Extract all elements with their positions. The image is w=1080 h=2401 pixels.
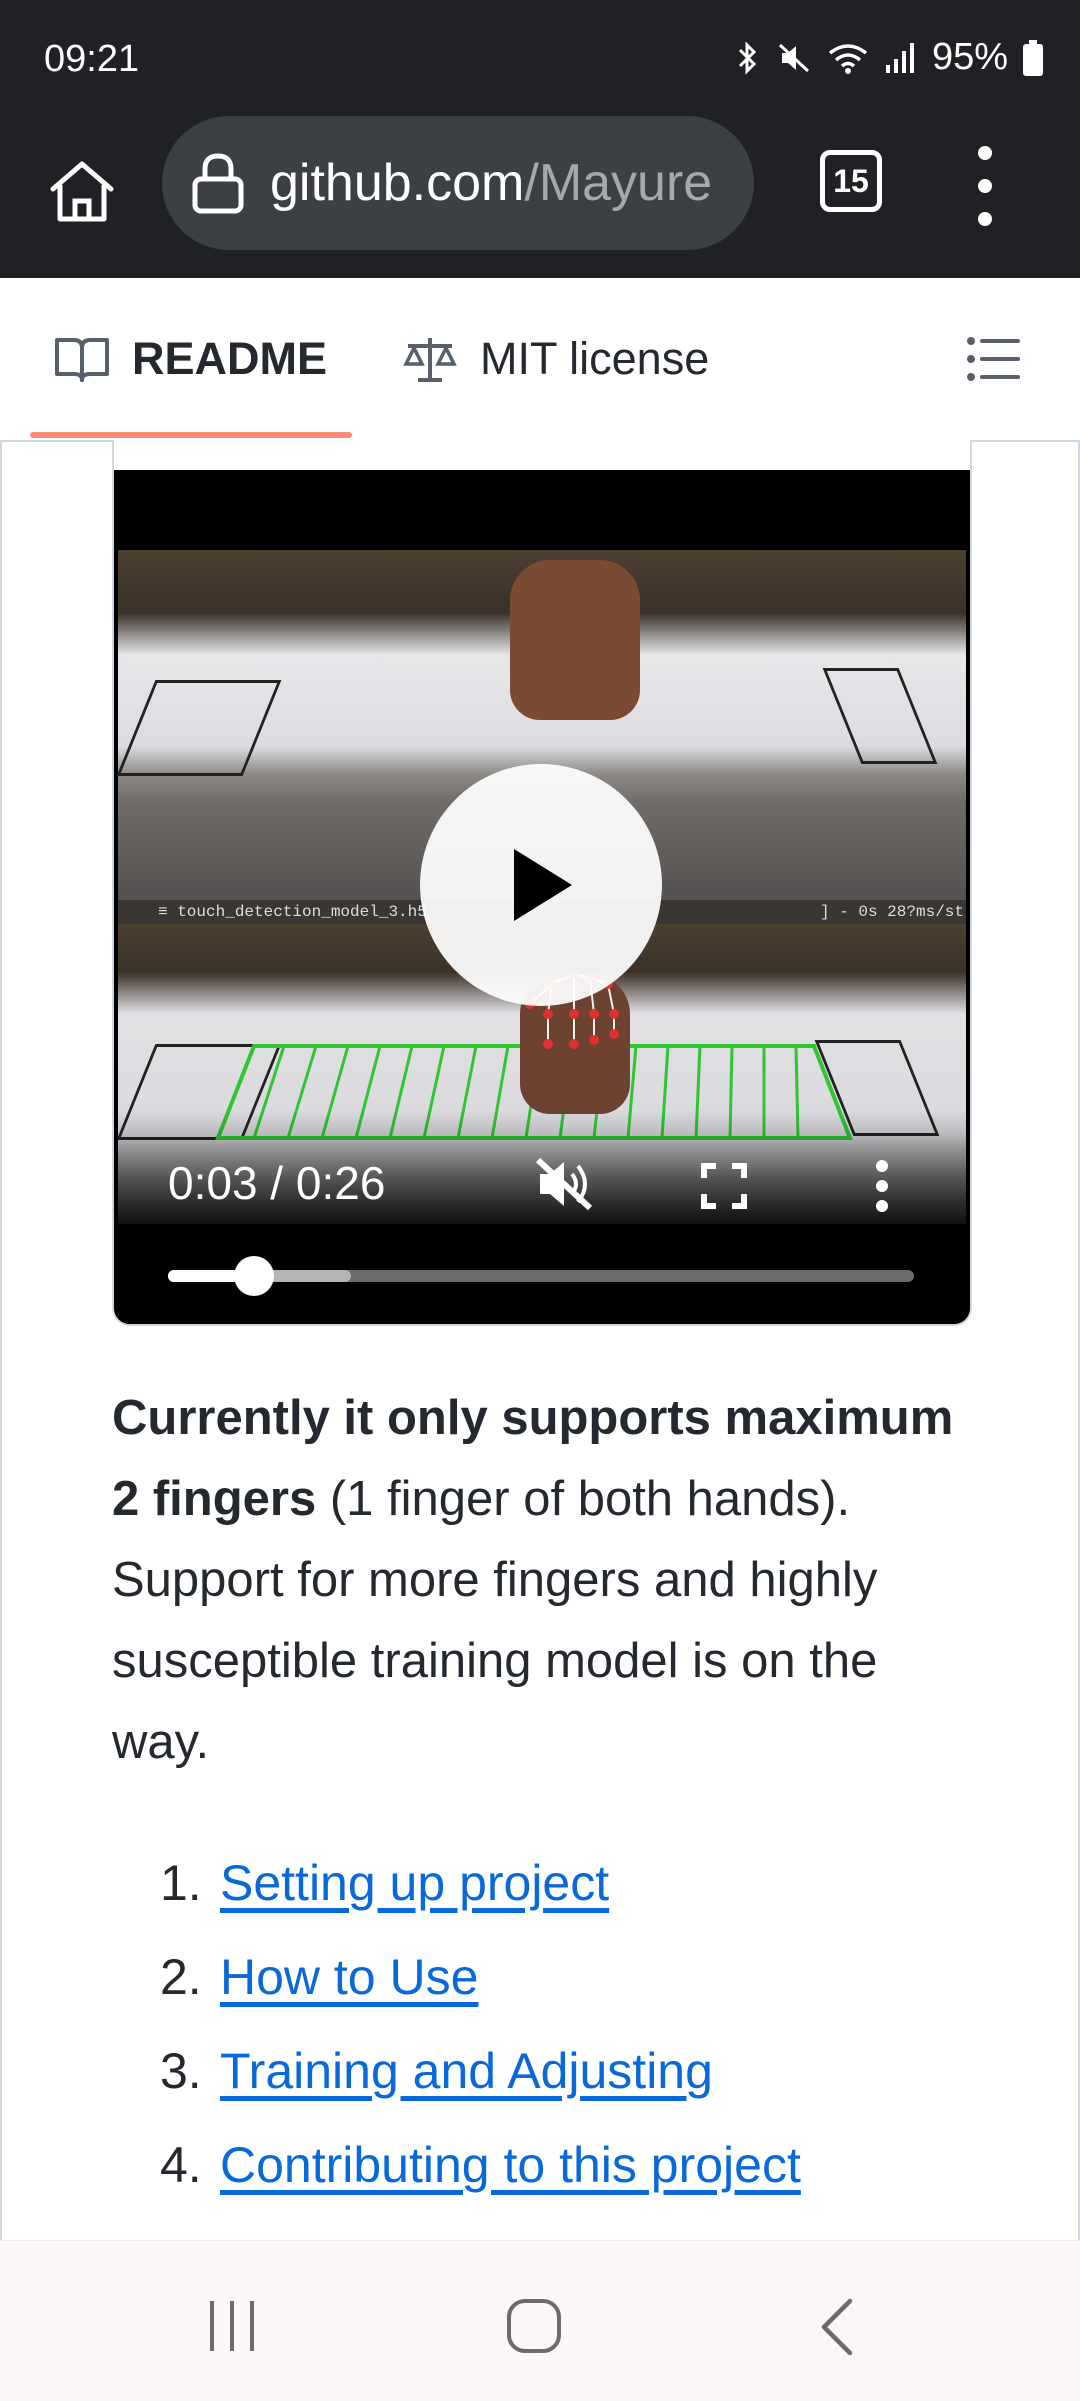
menu-dot — [876, 1160, 888, 1172]
menu-dot — [876, 1200, 888, 1212]
terminal-text-left: ≡ touch_detection_model_3.h5 — [158, 903, 427, 921]
tab-license-label: MIT license — [480, 333, 710, 384]
tab-readme-label: README — [132, 333, 328, 384]
home-button[interactable] — [40, 150, 124, 234]
book-icon — [55, 338, 109, 382]
content-border-left — [0, 440, 2, 2240]
readme-tab-strip: README MIT license — [0, 278, 1080, 442]
home-icon — [50, 161, 114, 222]
video-seek-bar[interactable] — [168, 1256, 914, 1296]
wifi-icon — [828, 43, 868, 74]
menu-dot — [978, 212, 992, 226]
address-bar[interactable]: github.com/Mayure — [162, 116, 754, 250]
fullscreen-icon[interactable] — [700, 1162, 748, 1210]
menu-dot — [876, 1180, 888, 1192]
paper-outline — [822, 668, 938, 764]
list-item: 1. Setting up project — [160, 1836, 1020, 1930]
list-number: 2. — [160, 1949, 202, 2005]
seek-thumb[interactable] — [233, 1256, 274, 1296]
status-time: 09:21 — [44, 38, 140, 80]
video-container: ≡ touch_detection_model_3.h5 ] - 0s 28?m… — [112, 440, 972, 1326]
readme-paragraph: Currently it only supports maximum 2 fin… — [112, 1378, 972, 1783]
browser-toolbar: github.com/Mayure 15 — [0, 110, 1080, 278]
system-nav-bar — [0, 2240, 1080, 2401]
list-number: 1. — [160, 1855, 202, 1911]
home-nav-icon[interactable] — [505, 2297, 563, 2355]
list-item: 3. Training and Adjusting — [160, 2024, 1020, 2118]
video-options-button[interactable] — [874, 1160, 890, 1212]
url-host: github.com — [270, 154, 525, 212]
outline-list-icon[interactable] — [966, 334, 1020, 384]
list-number: 3. — [160, 2043, 202, 2099]
battery-percent: 95% — [931, 36, 1008, 78]
signal-icon — [885, 42, 914, 73]
recent-apps-icon[interactable] — [206, 2299, 258, 2353]
scale-icon — [403, 338, 457, 382]
toc-link-contributing[interactable]: Contributing to this project — [220, 2136, 801, 2194]
mute-icon — [778, 43, 809, 72]
tab-readme[interactable]: README — [54, 278, 327, 440]
volume-muted-icon[interactable] — [534, 1156, 596, 1212]
menu-dot — [978, 179, 992, 193]
table-of-contents: 1. Setting up project 2. How to Use 3. Trai… — [160, 1836, 1020, 2212]
list-item: 4. Contributing to this project — [160, 2118, 1020, 2212]
battery-icon — [1023, 39, 1043, 76]
lock-icon[interactable] — [190, 151, 246, 215]
bluetooth-icon — [738, 40, 757, 75]
menu-dot — [978, 146, 992, 160]
hand-image — [510, 560, 640, 720]
list-number: 4. — [160, 2137, 202, 2193]
video-player[interactable]: ≡ touch_detection_model_3.h5 ] - 0s 28?m… — [114, 470, 970, 1324]
terminal-text-right: ] - 0s 28?ms/st — [819, 903, 964, 921]
url-path: /Mayure — [524, 154, 713, 212]
active-tab-indicator — [30, 432, 352, 438]
url-text[interactable]: github.com/Mayure — [270, 153, 712, 213]
play-button[interactable] — [420, 764, 662, 1006]
video-time: 0:03 / 0:26 — [168, 1157, 386, 1209]
back-icon[interactable] — [816, 2297, 856, 2357]
toc-link-how-to-use[interactable]: How to Use — [220, 1948, 478, 2006]
tab-license[interactable]: MIT license — [402, 278, 709, 440]
list-item: 2. How to Use — [160, 1930, 1020, 2024]
status-bar: 09:21 95% — [0, 0, 1080, 110]
status-icons: 95% — [734, 36, 1044, 79]
paper-outline — [116, 680, 282, 776]
toc-link-setting-up[interactable]: Setting up project — [220, 1854, 609, 1912]
toc-link-training[interactable]: Training and Adjusting — [220, 2042, 713, 2100]
play-icon — [514, 849, 572, 921]
tab-switcher-button[interactable]: 15 — [820, 150, 882, 212]
browser-menu-button[interactable] — [960, 146, 1010, 226]
